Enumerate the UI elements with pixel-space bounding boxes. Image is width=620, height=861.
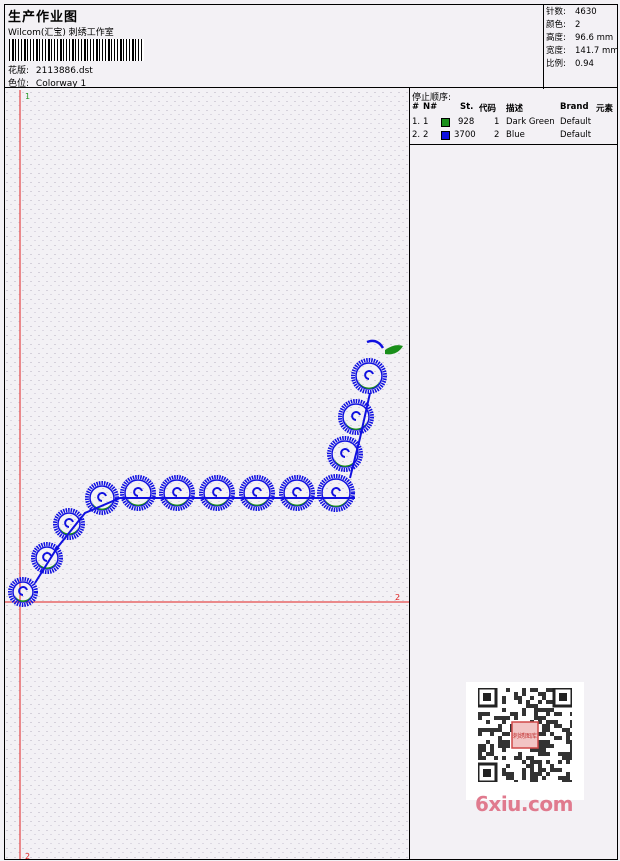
design-stats: 针数: 4630 颜色: 2 高度: 96.6 mm 宽度: 141.7 mm 比例: 0… (543, 5, 619, 89)
studio-name: Wilcom(汇宝) 刺绣工作室 (8, 28, 114, 38)
design-file-name: 2113886.dst (35, 66, 93, 76)
stat-width: 宽度: 141.7 mm (546, 46, 619, 56)
col-brand: Brand (560, 102, 589, 112)
watermark-logo: 6xiu.com (475, 792, 573, 816)
stat-colors: 颜色: 2 (546, 20, 581, 30)
embroidery-preview: 1 2 2 (5, 90, 409, 860)
seal-stamp-text: 刺绣图库 (513, 732, 537, 740)
stat-scale: 比例: 0.94 (546, 59, 594, 69)
table-header: # N# St. 代码 描述 Brand 元素 (410, 102, 617, 114)
col-element: 元素 (596, 104, 614, 114)
qr-code-graphic: 刺绣图库 (478, 688, 572, 782)
motif-swirl (85, 481, 119, 515)
embroidery-motifs (8, 339, 403, 607)
color-swatch (441, 131, 450, 140)
worksheet-header: 生产作业图 Wilcom(汇宝) 刺绣工作室 花版: 2113886.dst 色… (4, 4, 619, 89)
design-label: 花版: (8, 66, 30, 76)
page-title: 生产作业图 (8, 10, 79, 25)
axis-bottom-label: 2 (25, 852, 30, 860)
motif-swirl (199, 475, 235, 511)
motif-swirl (8, 577, 38, 607)
col-needle: N# (423, 102, 438, 112)
motif-swirl (317, 474, 355, 512)
motif-swirl (120, 475, 156, 511)
design-file-row: 花版: 2113886.dst (8, 63, 93, 76)
stat-stitches: 针数: 4630 (546, 7, 597, 17)
design-canvas[interactable]: 1 2 2 (4, 88, 410, 860)
axis-right-label: 2 (395, 593, 400, 602)
motif-swirl (351, 358, 387, 394)
qr-code: 刺绣图库 (466, 682, 584, 800)
stop-sequence-table: 停止顺序: # N# St. 代码 描述 Brand 元素 1. 1 928 1… (410, 88, 617, 145)
motif-swirl (239, 475, 275, 511)
barcode (9, 39, 144, 61)
motif-swirl (159, 475, 195, 511)
col-code: 代码 (479, 104, 497, 114)
axis-top-label: 1 (25, 92, 30, 101)
col-stitches: St. (460, 102, 474, 112)
table-row: 2. 2 3700 2 Blue Default (412, 130, 592, 140)
color-swatch (441, 118, 450, 127)
motif-hook (366, 339, 385, 349)
col-desc: 描述 (506, 104, 524, 114)
motif-swirl (279, 475, 315, 511)
col-seq: # (412, 102, 420, 112)
motif-leaf (385, 345, 403, 355)
table-row: 1. 1 928 1 Dark Green Default (412, 117, 592, 127)
stat-height: 高度: 96.6 mm (546, 33, 614, 43)
